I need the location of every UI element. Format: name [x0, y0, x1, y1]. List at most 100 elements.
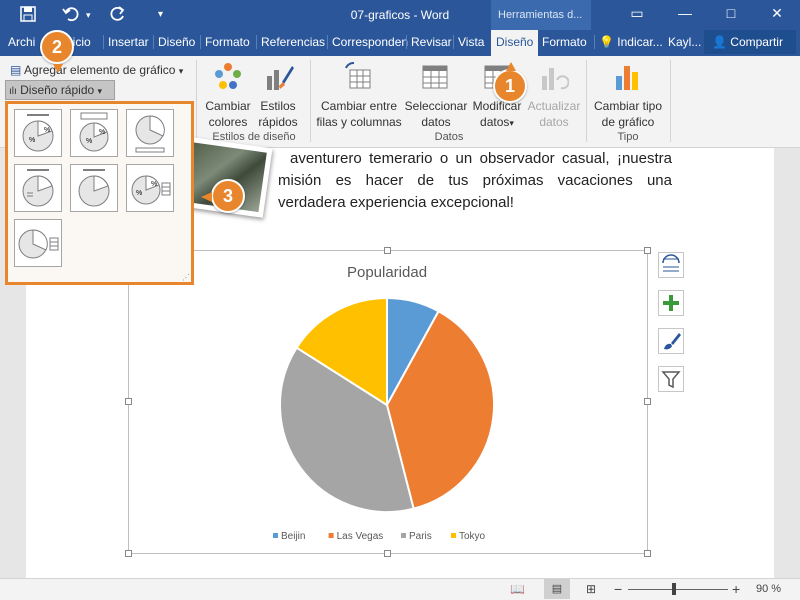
- change-colors-label-1: Cambiar: [205, 99, 251, 113]
- chart-styles-button[interactable]: [658, 328, 684, 354]
- change-colors-button[interactable]: Cambiar colores: [202, 60, 254, 130]
- layout-pie-legend-icon: [18, 229, 59, 259]
- chart-frame[interactable]: [128, 250, 648, 554]
- share-button[interactable]: 👤 Compartir: [704, 30, 796, 54]
- user-name[interactable]: Kayl...: [668, 35, 701, 49]
- tell-me-text: Indicar...: [617, 35, 663, 49]
- brush-chart-icon: [267, 66, 294, 90]
- refresh-data-label-2: datos: [539, 115, 569, 129]
- quick-layout-button[interactable]: ılı Diseño rápido ▾: [5, 80, 115, 100]
- zoom-out-button[interactable]: −: [614, 581, 622, 597]
- group-label-type: Tipo: [617, 131, 639, 143]
- callout-2: 2: [40, 30, 74, 64]
- quick-layout-option-1[interactable]: %%: [14, 109, 62, 157]
- select-data-label-1: Seleccionar: [404, 99, 468, 113]
- tab-archivo[interactable]: Archi: [8, 35, 35, 49]
- group-separator: [670, 60, 671, 142]
- quick-layout-option-4[interactable]: [14, 164, 62, 212]
- zoom-level[interactable]: 90 %: [756, 583, 781, 595]
- chart-handle[interactable]: [644, 247, 651, 254]
- svg-text:%: %: [151, 181, 157, 188]
- ribbon-tabs: Archi nicio Insertar Diseño Formato Refe…: [0, 30, 800, 56]
- edit-data-label-2: datos▾: [468, 114, 526, 131]
- add-chart-element-button[interactable]: ▤ Agregar elemento de gráfico ▾: [10, 62, 183, 79]
- refresh-data-button[interactable]: Actualizar datos: [526, 60, 582, 130]
- lightbulb-icon: 💡: [599, 35, 614, 49]
- tab-correspondencia[interactable]: Corresponden: [327, 35, 408, 49]
- quick-layout-option-6[interactable]: %%: [126, 164, 174, 212]
- tab-diseno-chart[interactable]: Diseño: [491, 30, 539, 56]
- quick-layout-option-2[interactable]: %%: [70, 109, 118, 157]
- close-icon[interactable]: ✕: [762, 5, 792, 22]
- tab-vista[interactable]: Vista: [453, 35, 484, 49]
- tab-insertar[interactable]: Insertar: [103, 35, 149, 49]
- chart-handle[interactable]: [125, 398, 132, 405]
- chart-handle[interactable]: [644, 550, 651, 557]
- tab-referencias[interactable]: Referencias: [256, 35, 325, 49]
- tab-formato-chart[interactable]: Formato: [542, 35, 587, 49]
- zoom-slider-thumb[interactable]: [672, 583, 676, 595]
- switch-label-1: Cambiar entre: [320, 99, 398, 113]
- quick-layout-option-7[interactable]: [14, 219, 62, 267]
- callout-3: 3: [211, 179, 245, 213]
- change-colors-label-2: colores: [208, 115, 248, 129]
- quick-styles-button[interactable]: Estilos rápidos: [254, 60, 302, 130]
- minimize-icon[interactable]: —: [670, 5, 700, 21]
- maximize-icon[interactable]: □: [716, 5, 746, 21]
- status-bar: 📖 ▤ ⊞ − + 90 %: [0, 578, 800, 600]
- layout-pie-icon: [135, 115, 165, 153]
- zoom-slider[interactable]: [628, 589, 728, 590]
- group-separator: [196, 60, 197, 142]
- layout-pie-icon: %%: [22, 114, 54, 152]
- tab-diseno[interactable]: Diseño: [153, 35, 195, 49]
- switch-row-column-button[interactable]: Cambiar entre filas y columnas: [316, 60, 402, 130]
- refresh-data-icon: [542, 68, 569, 90]
- select-data-label-2: datos: [421, 115, 451, 129]
- svg-text:%: %: [29, 137, 35, 144]
- chart-filters-button[interactable]: [658, 366, 684, 392]
- chart-handle[interactable]: [384, 550, 391, 557]
- context-tab-chart-tools: Herramientas d...: [491, 0, 591, 30]
- layout-pie-icon: [22, 169, 54, 207]
- ribbon-display-icon[interactable]: ▭: [622, 5, 652, 22]
- chart-handle[interactable]: [644, 398, 651, 405]
- brush-icon: [664, 333, 681, 350]
- select-data-button[interactable]: Seleccionar datos: [404, 60, 468, 130]
- chart-handle[interactable]: [384, 247, 391, 254]
- callout-3-pointer: [201, 192, 212, 202]
- share-label: Compartir: [730, 35, 783, 49]
- change-chart-type-button[interactable]: Cambiar tipo de gráfico: [590, 60, 666, 130]
- quick-layout-option-5[interactable]: [70, 164, 118, 212]
- group-separator: [310, 60, 311, 142]
- tell-me-box[interactable]: 💡 Indicar...: [594, 35, 663, 49]
- chart-elements-button[interactable]: [658, 290, 684, 316]
- document-paragraph[interactable]: aventurero temerario o un observador cas…: [278, 148, 672, 214]
- read-mode-icon[interactable]: 📖: [510, 582, 525, 596]
- group-label-data: Datos: [434, 131, 464, 143]
- quick-layout-icon: ılı: [9, 86, 17, 97]
- tab-revisar[interactable]: Revisar: [406, 35, 452, 49]
- select-data-icon: [422, 65, 448, 89]
- tab-formato[interactable]: Formato: [200, 35, 250, 49]
- web-layout-icon[interactable]: ⊞: [586, 582, 596, 596]
- gallery-resize-handle[interactable]: ⋰: [182, 273, 190, 282]
- chart-handle[interactable]: [125, 550, 132, 557]
- chart-element-icon: ▤: [10, 63, 22, 77]
- quick-styles-label-1: Estilos: [260, 99, 296, 113]
- person-icon: 👤: [712, 35, 727, 49]
- quick-layout-label: Diseño rápido: [20, 83, 95, 97]
- add-chart-element-label: Agregar elemento de gráfico: [24, 63, 176, 77]
- palette-icon: [215, 63, 241, 89]
- quick-layout-option-3[interactable]: [126, 109, 174, 157]
- plus-icon: [663, 295, 679, 311]
- layout-pie-icon: %%: [79, 112, 109, 152]
- layout-options-button[interactable]: [658, 252, 684, 278]
- change-chart-type-icon: [616, 66, 638, 90]
- chevron-down-icon: ▾: [509, 118, 514, 128]
- zoom-in-button[interactable]: +: [732, 581, 740, 597]
- print-layout-icon[interactable]: ▤: [544, 579, 570, 599]
- callout-1: 1: [493, 69, 527, 103]
- svg-text:%: %: [136, 190, 142, 197]
- svg-text:%: %: [86, 138, 92, 145]
- layout-pie-legend-icon: %%: [131, 175, 171, 205]
